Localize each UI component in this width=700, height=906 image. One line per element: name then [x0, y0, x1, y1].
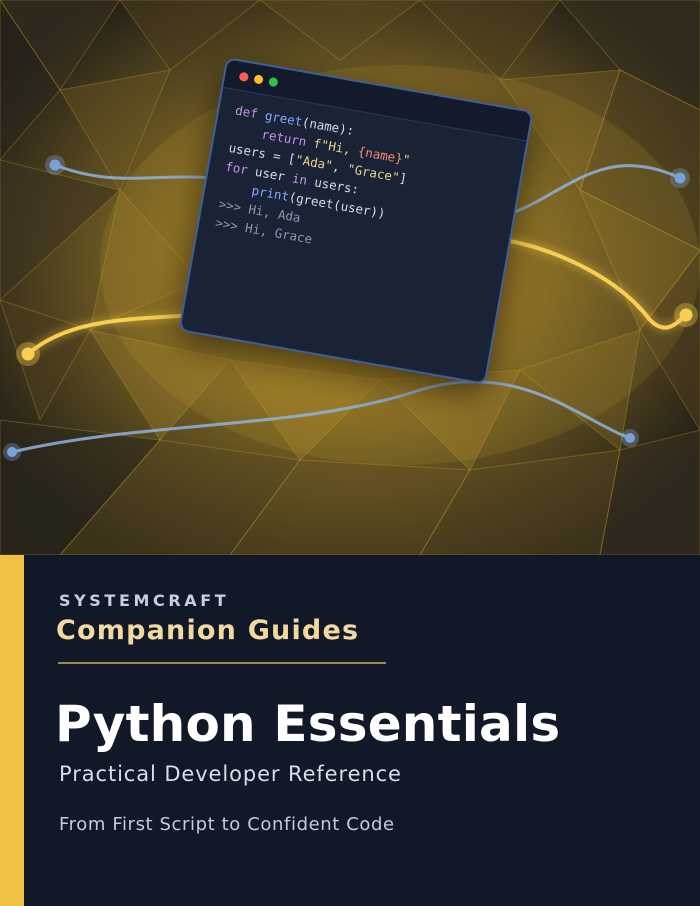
close-dot-icon	[238, 71, 250, 83]
book-subtitle: Practical Developer Reference	[59, 762, 402, 786]
code-token: ]	[398, 169, 409, 187]
book-title: Python Essentials	[55, 695, 561, 753]
book-cover: def greet(name): return f"Hi, {name}" use…	[0, 0, 700, 906]
code-token: in	[290, 170, 316, 190]
accent-bar	[0, 555, 24, 906]
book-tagline: From First Script to Confident Code	[59, 814, 395, 835]
maximize-dot-icon	[268, 76, 279, 88]
series-name: Companion Guides	[56, 615, 360, 646]
publisher-name: SYSTEMCRAFT	[59, 591, 230, 610]
code-editor-window: def greet(name): return f"Hi, {name}" use…	[178, 57, 534, 385]
minimize-dot-icon	[253, 74, 264, 85]
code-token: "	[401, 151, 412, 168]
series-divider	[58, 662, 386, 664]
cover-title-panel: SYSTEMCRAFT Companion Guides Python Esse…	[0, 555, 700, 906]
cover-artwork: def greet(name): return f"Hi, {name}" use…	[0, 0, 700, 555]
